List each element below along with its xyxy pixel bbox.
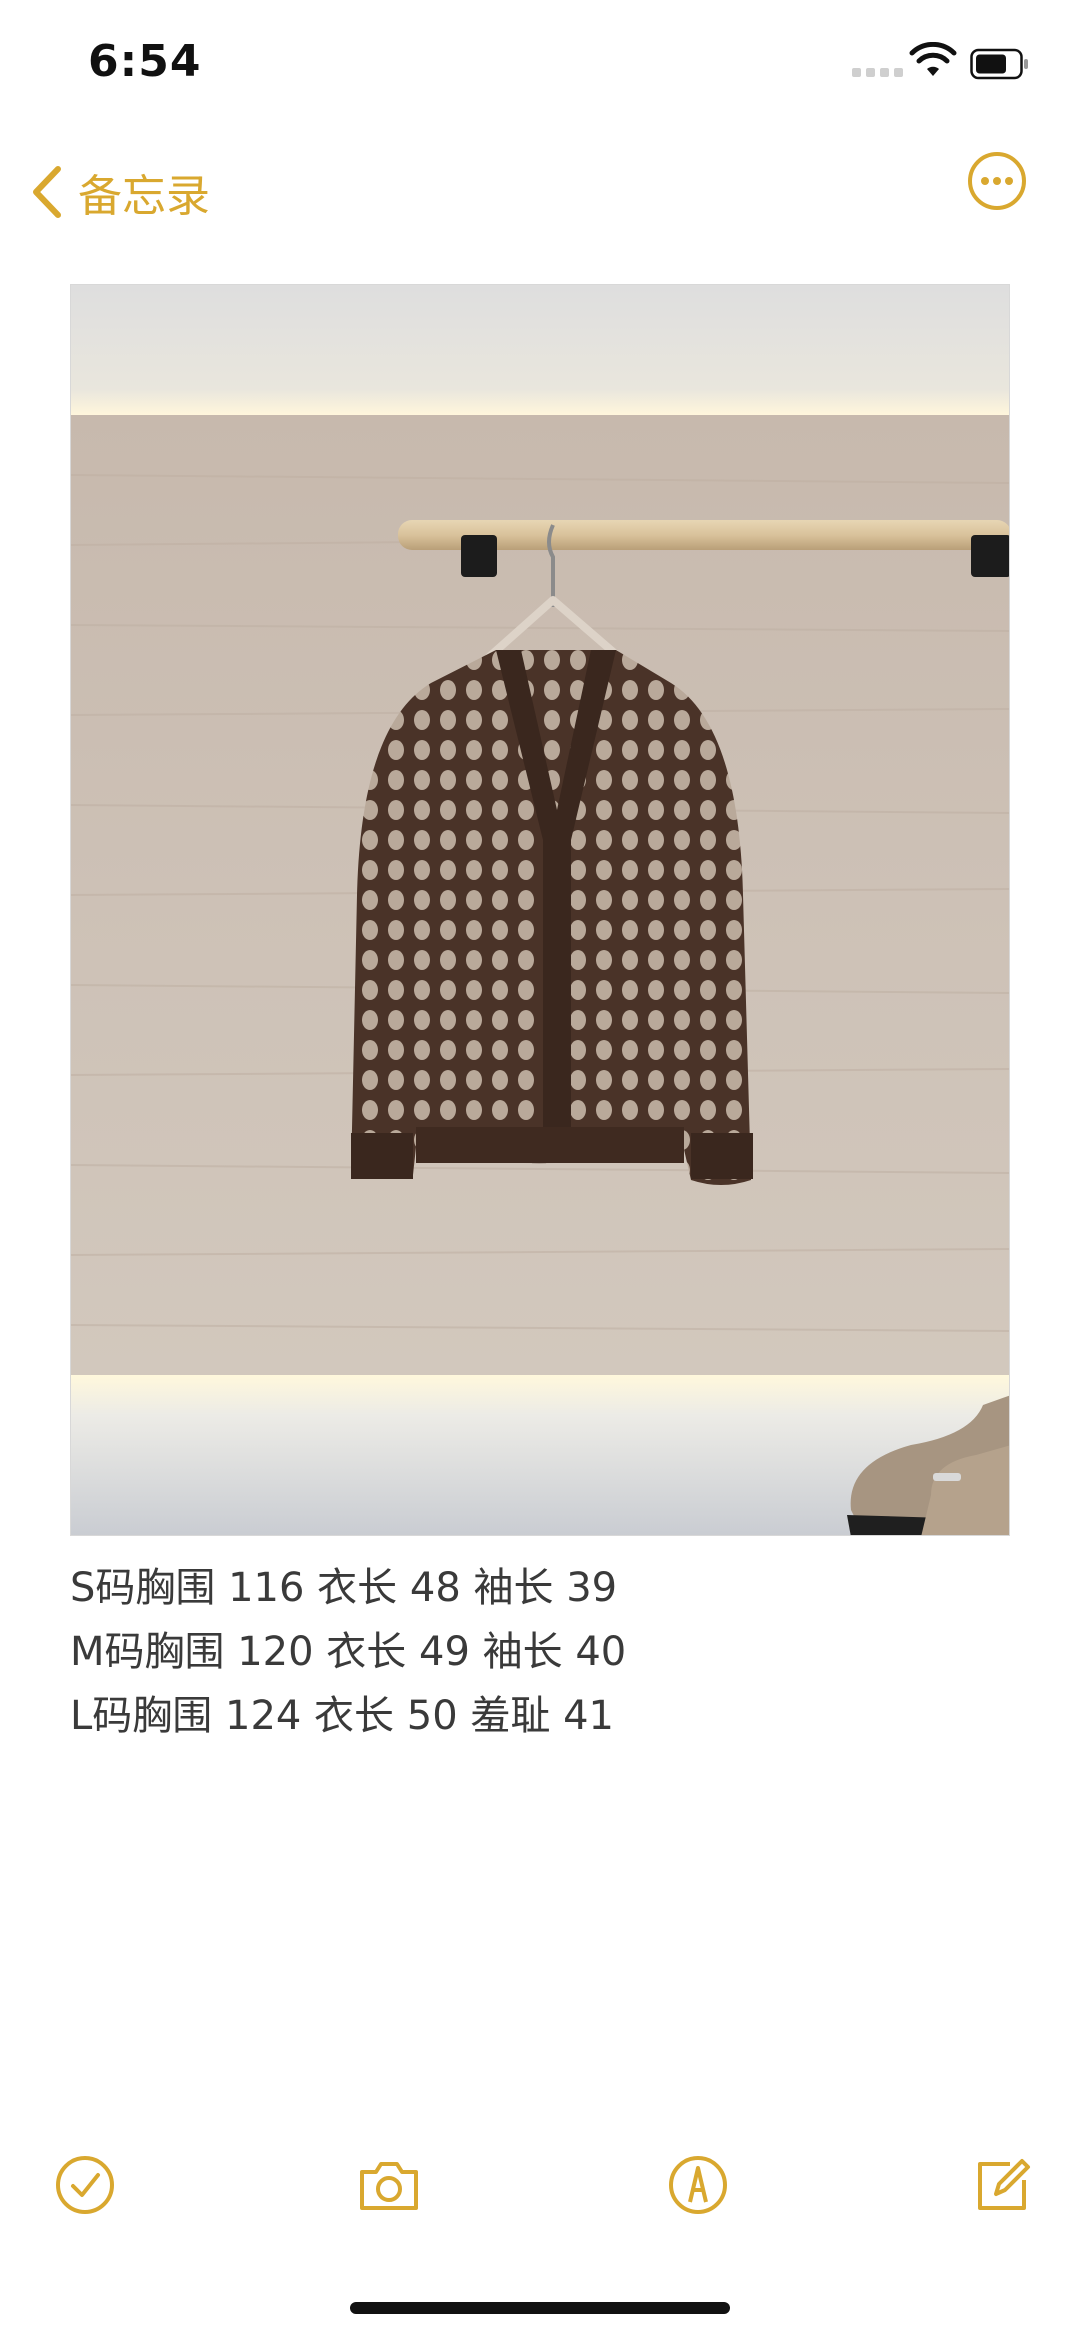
- note-line-size-s: S码胸围 116 衣长 48 袖长 39: [70, 1565, 618, 1611]
- note-line-size-m: M码胸围 120 衣长 49 袖长 40: [70, 1629, 627, 1675]
- wifi-icon: [909, 42, 957, 76]
- markup-pen-icon[interactable]: [663, 2150, 733, 2220]
- note-photo-attachment[interactable]: [70, 284, 1010, 1536]
- battery-icon: [970, 48, 1028, 80]
- status-bar: 6:54: [0, 0, 1080, 130]
- chevron-left-icon: [33, 166, 61, 218]
- cellular-signal-icon: [852, 68, 903, 77]
- bottom-toolbar: [0, 2150, 1080, 2230]
- status-time: 6:54: [88, 36, 202, 87]
- note-body[interactable]: S码胸围 116 衣长 48 袖长 39 M码胸围 120 衣长 49 袖长 4…: [70, 1556, 626, 1748]
- back-label: 备忘录: [78, 171, 210, 222]
- back-button[interactable]: 备忘录: [30, 160, 210, 224]
- more-options-icon[interactable]: [966, 150, 1028, 212]
- home-indicator[interactable]: [350, 2302, 730, 2314]
- camera-icon[interactable]: [354, 2150, 424, 2220]
- navigation-bar: 备忘录: [0, 140, 1080, 240]
- checklist-icon[interactable]: [50, 2150, 120, 2220]
- compose-icon[interactable]: [966, 2150, 1036, 2220]
- cardigan-photo: [71, 285, 1009, 1535]
- note-line-size-l: L码胸围 124 衣长 50 羞耻 41: [70, 1693, 615, 1739]
